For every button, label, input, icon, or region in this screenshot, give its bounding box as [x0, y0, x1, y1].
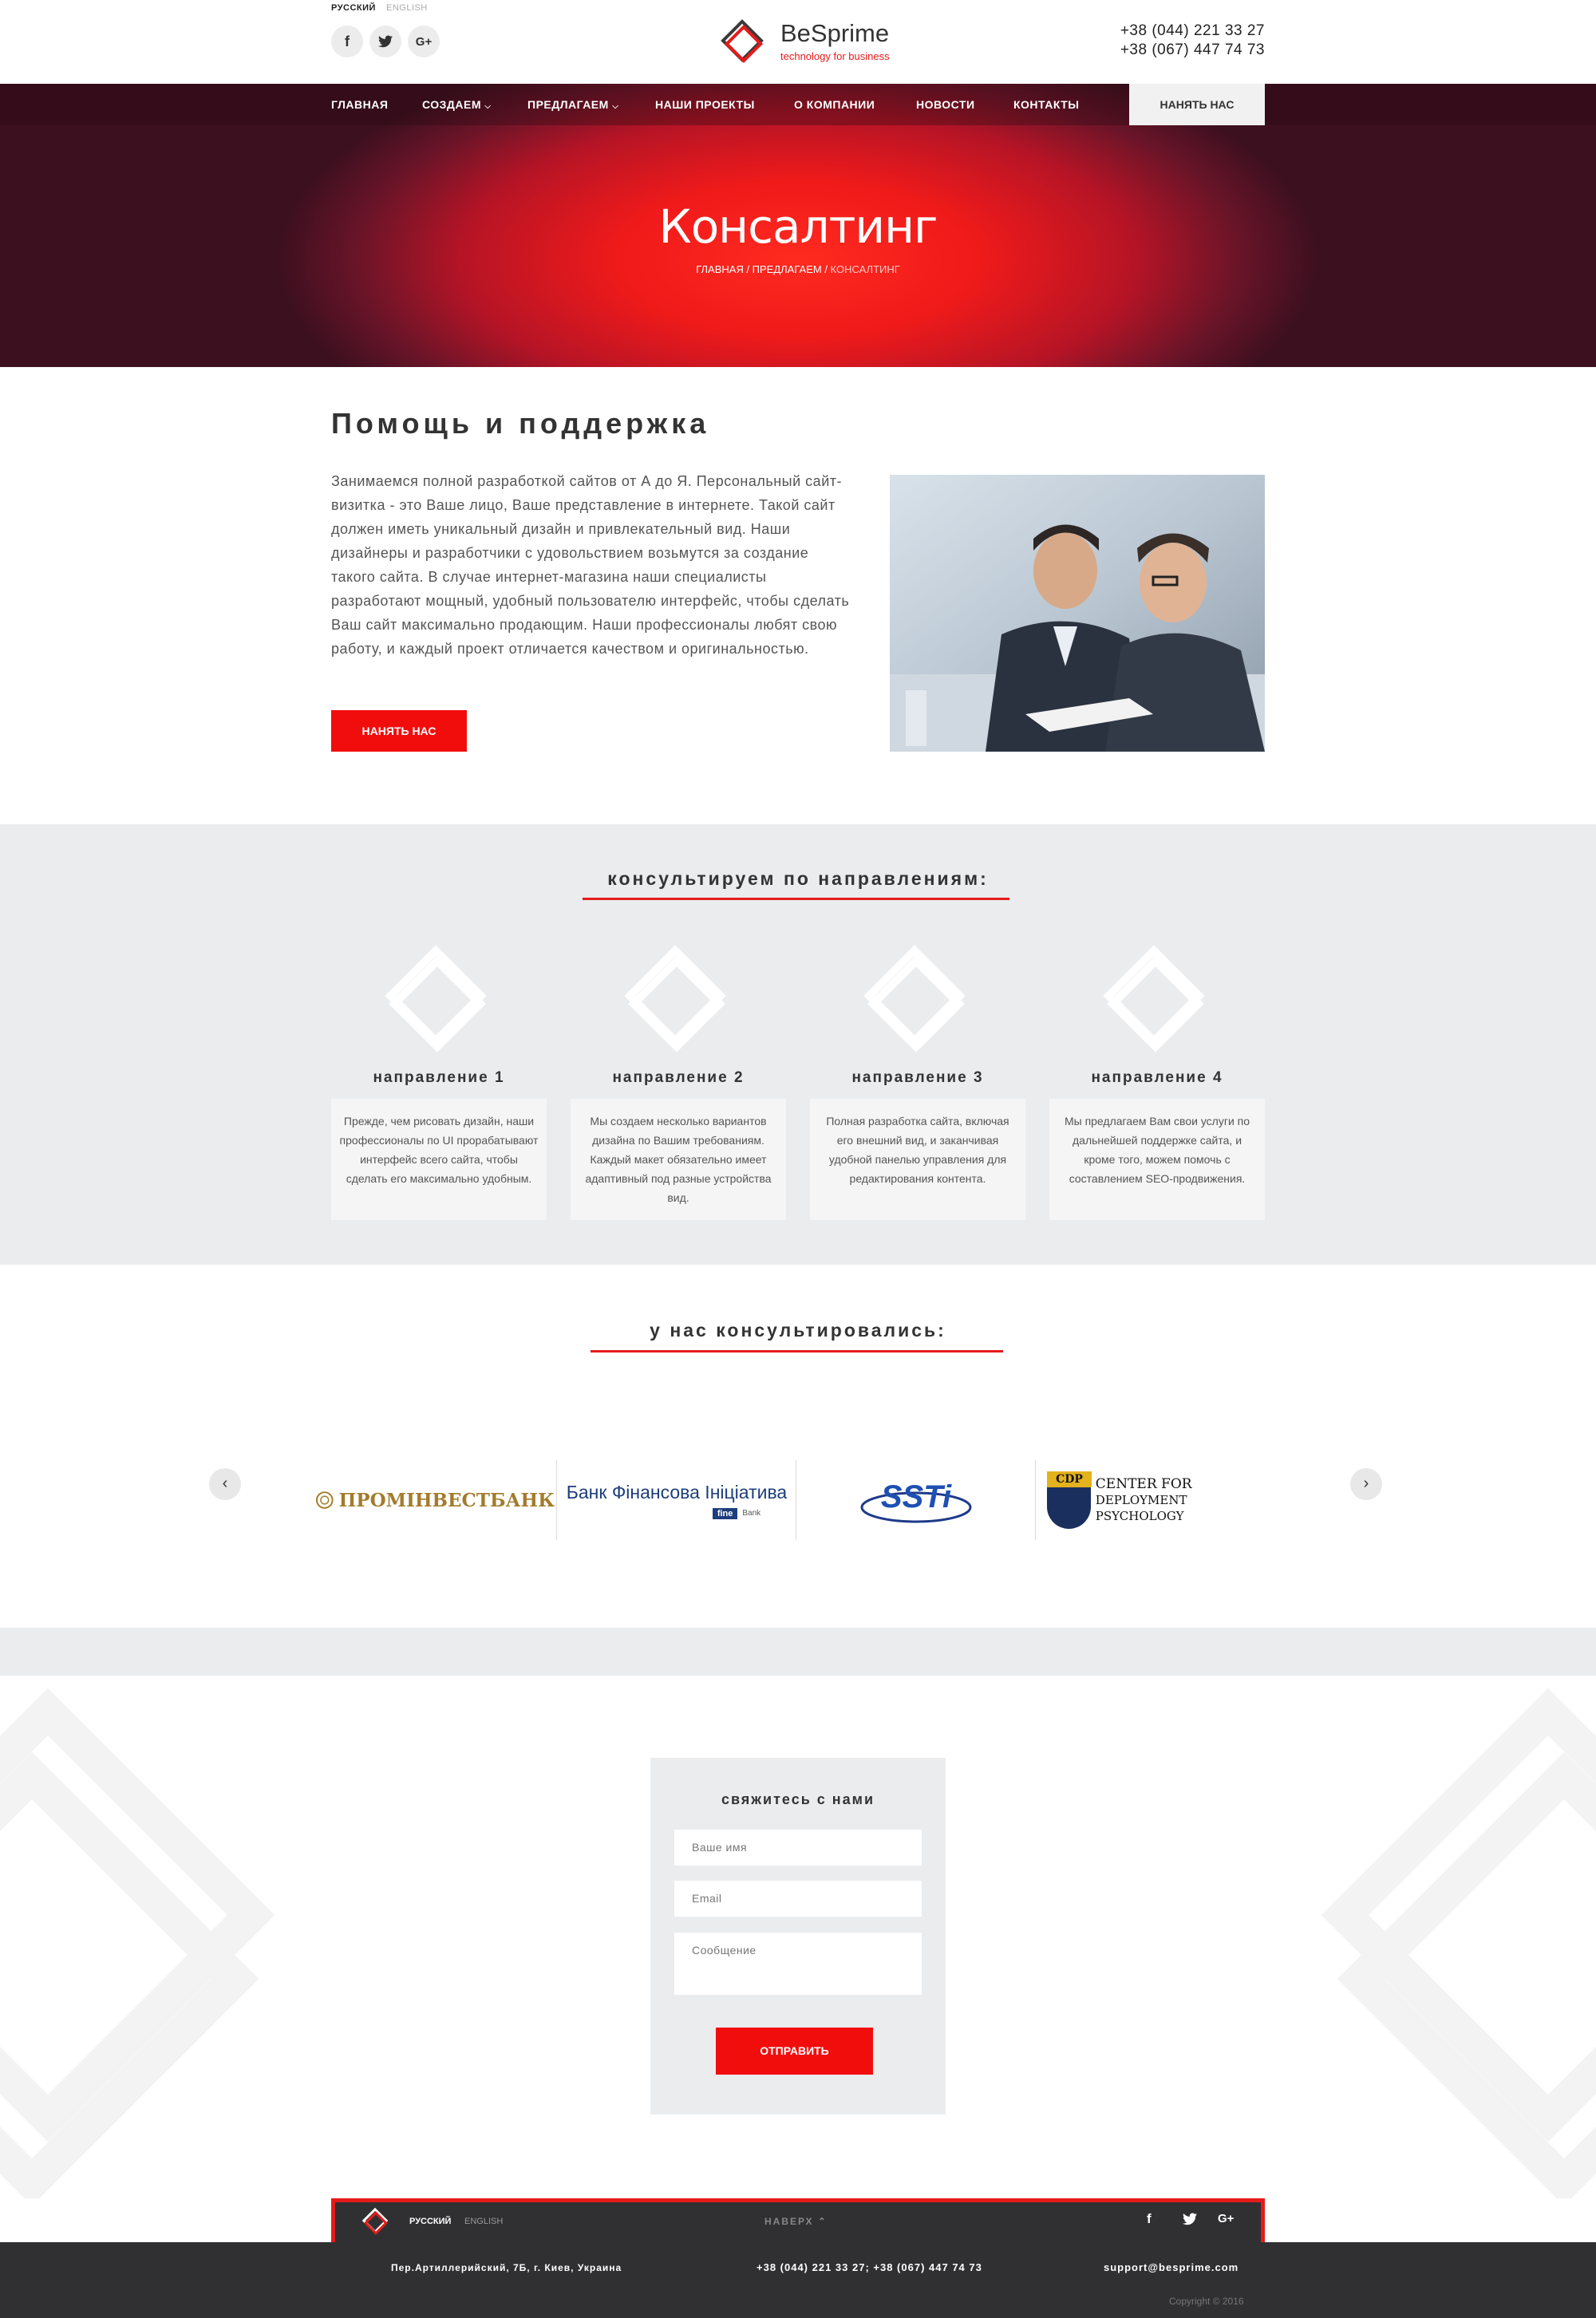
- footer-lang-english[interactable]: ENGLISH: [464, 2217, 503, 2226]
- contact-title: свяжитесь с нами: [721, 1791, 875, 1807]
- direction-title: направление 3: [851, 1069, 984, 1086]
- title-underline: [583, 898, 1009, 900]
- footer-phones[interactable]: +38 (044) 221 33 27; +38 (067) 447 74 73: [757, 2261, 982, 2273]
- nav-news[interactable]: НОВОСТИ: [916, 84, 975, 125]
- partners-title: у нас консультировались:: [650, 1320, 946, 1341]
- logo-tagline: technology for business: [780, 50, 890, 62]
- diamond-icon: [377, 942, 497, 1061]
- direction-card-text: Полная разработка сайта, включая его вне…: [810, 1099, 1025, 1220]
- footer-email[interactable]: support@besprime.com: [1104, 2261, 1238, 2273]
- business-photo: [890, 475, 1265, 752]
- email-field[interactable]: Email: [674, 1881, 922, 1917]
- footer-lang-russian[interactable]: РУССКИЙ: [409, 2217, 451, 2226]
- direction-card-text: Прежде, чем рисовать дизайн, наши профес…: [331, 1099, 547, 1220]
- nav-offer[interactable]: ПРЕДЛАГАЕМ ⌵: [527, 84, 618, 125]
- copyright: Copyright © 2016: [1169, 2296, 1244, 2307]
- partner-logo-cdp[interactable]: CDP CENTER FOR DEPLOYMENT PSYCHOLOGY: [1036, 1460, 1275, 1540]
- chevron-down-icon: ⌵: [612, 102, 619, 111]
- directions-section: [0, 824, 1596, 1265]
- footer-twitter-icon[interactable]: [1183, 2213, 1197, 2229]
- about-text: Занимаемся полной разработкой сайтов от …: [331, 473, 850, 657]
- nav-home[interactable]: ГЛАВНАЯ: [331, 84, 388, 125]
- direction-title: направление 4: [1091, 1069, 1223, 1086]
- twitter-icon[interactable]: [369, 26, 401, 57]
- direction-title: направление 1: [373, 1069, 505, 1086]
- lang-russian[interactable]: РУССКИЙ: [331, 3, 376, 13]
- carousel-next-button[interactable]: ›: [1350, 1468, 1382, 1500]
- direction-card-text: Мы создаем несколько вариантов дизайна п…: [571, 1099, 786, 1220]
- lang-english[interactable]: ENGLISH: [386, 3, 428, 13]
- diamond-icon: [856, 942, 976, 1061]
- phone-secondary[interactable]: +38 (067) 447 74 73: [1120, 41, 1265, 59]
- submit-button[interactable]: ОТПРАВИТЬ: [716, 2028, 873, 2075]
- hire-us-button[interactable]: НАНЯТЬ НАС: [331, 710, 467, 752]
- nav-about[interactable]: О КОМПАНИИ: [794, 84, 875, 125]
- partner-logo-ssti[interactable]: SSTi: [796, 1460, 1036, 1540]
- title-underline: [591, 1350, 1003, 1352]
- breadcrumb: ГЛАВНАЯ / ПРЕДЛАГАЕМ / КОНСАЛТИНГ: [0, 263, 1596, 275]
- footer-google-plus-icon[interactable]: G+: [1218, 2212, 1234, 2225]
- cdp-shield-icon: CDP: [1047, 1471, 1092, 1529]
- footer-logo-icon[interactable]: [359, 2206, 391, 2238]
- footer-facebook-icon[interactable]: f: [1147, 2211, 1152, 2227]
- about-title: Помощь и поддержка: [331, 407, 710, 440]
- active-indicator: [563, 78, 575, 84]
- google-plus-icon[interactable]: G+: [408, 26, 440, 57]
- logo-name[interactable]: BeSprime: [780, 19, 889, 48]
- nav-contacts[interactable]: КОНТАКТЫ: [1013, 84, 1079, 125]
- direction-title: направление 2: [612, 1069, 745, 1086]
- nav-create[interactable]: СОЗДАЕМ ⌵: [422, 84, 492, 125]
- chevron-up-icon: ⌃: [817, 2216, 828, 2227]
- nav-projects[interactable]: НАШИ ПРОЕКТЫ: [655, 84, 755, 125]
- partner-logo-prominvestbank[interactable]: ПРОМІНВЕСТБАНК: [315, 1460, 555, 1540]
- direction-card-text: Мы предлагаем Вам свои услуги по дальней…: [1049, 1099, 1265, 1220]
- logo-mark-icon[interactable]: [714, 16, 770, 69]
- back-to-top[interactable]: НАВЕРХ ⌃: [764, 2216, 828, 2227]
- prominvestbank-emblem-icon: [315, 1491, 334, 1509]
- partner-logo-bank-fi[interactable]: Банк Фінансова Ініціатива fine Bank: [557, 1460, 796, 1540]
- message-field[interactable]: Сообщение: [674, 1933, 922, 1995]
- breadcrumb-current: КОНСАЛТИНГ: [830, 263, 900, 275]
- diamond-icon: [1096, 942, 1215, 1061]
- footer-address: Пер.Артиллерийский, 7Б, г. Киев, Украина: [391, 2262, 622, 2273]
- hire-us-nav-button[interactable]: НАНЯТЬ НАС: [1129, 84, 1265, 125]
- facebook-icon[interactable]: f: [331, 26, 363, 57]
- breadcrumb-links[interactable]: ГЛАВНАЯ / ПРЕДЛАГАЕМ /: [696, 263, 830, 275]
- page-title: Консалтинг: [658, 199, 938, 254]
- footer-info: [0, 2242, 1596, 2318]
- separator-band: [0, 1628, 1596, 1676]
- carousel-prev-button[interactable]: ‹: [209, 1468, 241, 1500]
- diamond-icon: [617, 942, 737, 1061]
- name-field[interactable]: Ваше имя: [674, 1830, 922, 1866]
- directions-title: консультируем по направлениям:: [607, 868, 989, 889]
- chevron-down-icon: ⌵: [484, 102, 492, 111]
- phone-primary[interactable]: +38 (044) 221 33 27: [1120, 22, 1265, 40]
